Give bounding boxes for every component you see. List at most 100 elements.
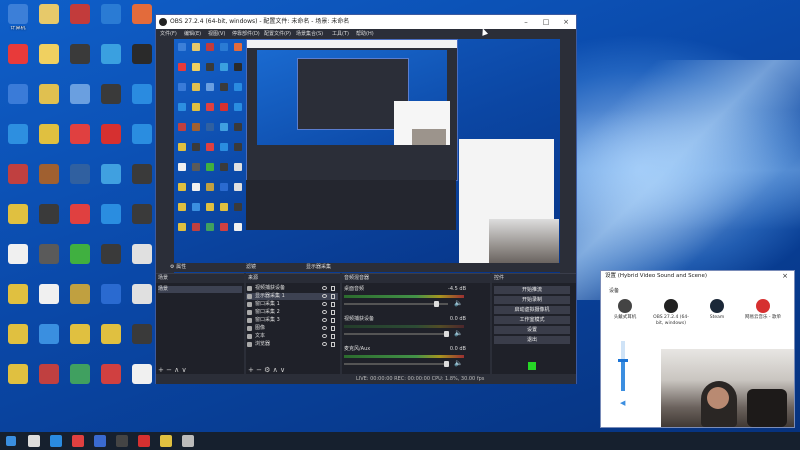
minimize-icon[interactable]: –: [516, 15, 536, 29]
desktop-icon[interactable]: [99, 324, 123, 358]
desktop-icon[interactable]: [68, 204, 92, 238]
desktop-icon[interactable]: [68, 44, 92, 78]
speaker-icon[interactable]: ◀: [620, 399, 625, 407]
desktop-icon[interactable]: [6, 244, 30, 278]
desktop-icon[interactable]: [99, 244, 123, 278]
desktop-icon[interactable]: [6, 364, 30, 398]
exit-button[interactable]: 退出: [494, 336, 570, 344]
device-item[interactable]: OBS 27.2.4 (64-bit, windows): [651, 297, 691, 341]
source-item[interactable]: 窗口采集 2: [246, 309, 338, 316]
desktop-icon[interactable]: [6, 204, 30, 238]
desktop-icon[interactable]: [130, 164, 154, 198]
desktop-icon[interactable]: [130, 204, 154, 238]
source-item[interactable]: 显示器采集 1: [246, 293, 338, 300]
device-item[interactable]: Steam: [697, 297, 737, 341]
menu-profile[interactable]: 配置文件(P): [264, 29, 291, 39]
close-icon[interactable]: ×: [556, 15, 576, 29]
scene-add-remove-buttons[interactable]: + − ∧ ∨: [158, 366, 187, 374]
speaker-icon[interactable]: 🔈: [454, 299, 463, 307]
desktop-icon[interactable]: [68, 324, 92, 358]
desktop-icon[interactable]: 计算机: [6, 4, 30, 38]
start-virtual-camera-button[interactable]: 启动虚拟摄像机: [494, 306, 570, 314]
desktop-icon[interactable]: [6, 84, 30, 118]
desktop-icon[interactable]: [130, 44, 154, 78]
desktop-icon[interactable]: [99, 204, 123, 238]
search-icon[interactable]: [28, 435, 40, 447]
menu-help[interactable]: 帮助(H): [356, 29, 374, 39]
obs-titlebar[interactable]: OBS 27.2.4 (64-bit, windows) - 配置文件: 未命名…: [156, 15, 576, 29]
desktop-icon[interactable]: [68, 284, 92, 318]
desktop-icon[interactable]: [130, 244, 154, 278]
start-icon[interactable]: [6, 436, 16, 446]
chrome-icon[interactable]: [72, 435, 84, 447]
desktop-icon[interactable]: [99, 124, 123, 158]
volume-slider[interactable]: [618, 341, 628, 391]
source-add-remove-buttons[interactable]: + − ⚙ ∧ ∨: [248, 366, 285, 374]
desktop-icon[interactable]: [130, 284, 154, 318]
close-icon[interactable]: ×: [782, 271, 788, 282]
steam-icon[interactable]: [94, 435, 106, 447]
desktop-icon[interactable]: [37, 244, 61, 278]
obs-icon[interactable]: [116, 435, 128, 447]
desktop-icon[interactable]: [37, 164, 61, 198]
desktop-icon[interactable]: [37, 124, 61, 158]
desktop-icon[interactable]: [68, 164, 92, 198]
desktop-icon[interactable]: [68, 124, 92, 158]
desktop-icon[interactable]: [99, 84, 123, 118]
speaker-icon[interactable]: 🔈: [454, 359, 463, 367]
device-item[interactable]: 网易云音乐 - 歌单: [743, 297, 783, 341]
menu-scene-collection[interactable]: 场景集合(S): [296, 29, 323, 39]
desktop-icon[interactable]: [37, 324, 61, 358]
obs-window[interactable]: OBS 27.2.4 (64-bit, windows) - 配置文件: 未命名…: [155, 14, 577, 384]
source-item[interactable]: 窗口采集 3: [246, 317, 338, 324]
volume-slider[interactable]: [344, 331, 449, 337]
desktop-icon[interactable]: [99, 364, 123, 398]
source-item[interactable]: 图像: [246, 325, 338, 332]
device-item[interactable]: 头戴式耳机: [605, 297, 645, 341]
desktop-icon[interactable]: [99, 164, 123, 198]
scene-item[interactable]: 场景: [158, 286, 242, 293]
menu-tools[interactable]: 工具(T): [332, 29, 349, 39]
volume-slider[interactable]: [344, 301, 448, 307]
desktop-icon[interactable]: [130, 364, 154, 398]
desktop-icon[interactable]: [130, 84, 154, 118]
maximize-icon[interactable]: □: [536, 15, 556, 29]
start-streaming-button[interactable]: 开始推流: [494, 286, 570, 294]
desktop-icon[interactable]: [68, 4, 92, 38]
netease-icon[interactable]: [138, 435, 150, 447]
source-item[interactable]: 视频捕获设备: [246, 285, 338, 292]
desktop-icon[interactable]: [6, 324, 30, 358]
desktop-icon[interactable]: [37, 84, 61, 118]
app-icon-gray[interactable]: [182, 435, 194, 447]
desktop-icon[interactable]: [130, 324, 154, 358]
obs-preview[interactable]: [174, 39, 560, 273]
speaker-icon[interactable]: 🔈: [454, 329, 463, 337]
filters-button[interactable]: 滤镜: [246, 263, 256, 272]
source-item[interactable]: 文本: [246, 333, 338, 340]
desktop-icon[interactable]: [68, 244, 92, 278]
desktop-icon[interactable]: [6, 164, 30, 198]
desktop-icon[interactable]: [68, 364, 92, 398]
desktop-icon[interactable]: [99, 4, 123, 38]
source-item[interactable]: 窗口采集 1: [246, 301, 338, 308]
desktop-icon[interactable]: [37, 4, 61, 38]
desktop-icon[interactable]: [130, 124, 154, 158]
source-item[interactable]: 浏览器: [246, 341, 338, 348]
desktop-icon[interactable]: [68, 84, 92, 118]
desktop-icon[interactable]: [37, 364, 61, 398]
volume-slider[interactable]: [344, 361, 449, 367]
menu-docks[interactable]: 停靠部件(D): [232, 29, 260, 39]
desktop-icon[interactable]: [6, 284, 30, 318]
desktop-icon[interactable]: [130, 4, 154, 38]
menu-edit[interactable]: 编辑(E): [184, 29, 201, 39]
properties-dialog[interactable]: 设置 (Hybrid Video Sound and Scene) × 设备 头…: [600, 270, 795, 428]
menu-view[interactable]: 视图(V): [208, 29, 225, 39]
properties-titlebar[interactable]: 设置 (Hybrid Video Sound and Scene) ×: [601, 271, 794, 282]
desktop-icon[interactable]: [99, 44, 123, 78]
desktop-icon[interactable]: [37, 204, 61, 238]
studio-mode-button[interactable]: 工作室模式: [494, 316, 570, 324]
desktop-icon[interactable]: [99, 284, 123, 318]
app-icon-yellow[interactable]: [160, 435, 172, 447]
desktop-icon[interactable]: [37, 44, 61, 78]
start-recording-button[interactable]: 开始录制: [494, 296, 570, 304]
